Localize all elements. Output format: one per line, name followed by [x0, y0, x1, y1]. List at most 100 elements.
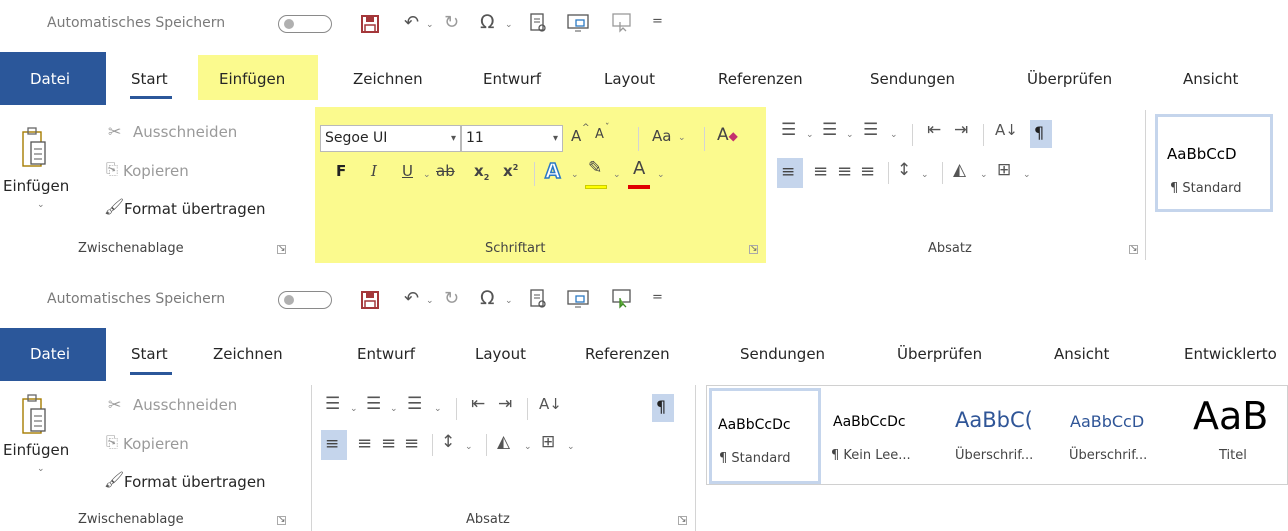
- align-left-button[interactable]: ≡: [777, 158, 803, 188]
- save-icon[interactable]: [360, 14, 380, 34]
- multilevel-list-icon[interactable]: ☰: [863, 120, 878, 140]
- symbol-omega-icon[interactable]: Ω: [480, 287, 495, 309]
- save-icon[interactable]: [360, 290, 380, 310]
- shrink-font-button[interactable]: A: [595, 127, 604, 142]
- sort-button[interactable]: A↓: [539, 395, 562, 413]
- undo-icon[interactable]: ↶: [404, 288, 419, 309]
- shading-dropdown-icon[interactable]: ⌄: [980, 170, 988, 180]
- line-spacing-icon[interactable]: ↕: [897, 160, 911, 180]
- paste-dropdown-icon[interactable]: ⌄: [37, 464, 45, 474]
- tab-referenzen[interactable]: Referenzen: [585, 345, 670, 363]
- format-painter-button[interactable]: Format übertragen: [124, 200, 266, 218]
- increase-indent-icon[interactable]: ⇥: [498, 394, 512, 414]
- paste-icon[interactable]: [22, 393, 46, 435]
- underline-button[interactable]: U: [402, 162, 413, 180]
- clipboard-launcher-icon[interactable]: ↘: [277, 516, 286, 525]
- autosave-toggle[interactable]: [278, 15, 332, 33]
- copy-button[interactable]: Kopieren: [123, 162, 189, 180]
- redo-icon[interactable]: ↻: [444, 288, 459, 309]
- format-painter-button[interactable]: Format übertragen: [124, 473, 266, 491]
- highlight-dropdown-icon[interactable]: ⌄: [613, 170, 621, 180]
- customize-qat-icon[interactable]: =: [652, 14, 663, 29]
- tab-zeichnen[interactable]: Zeichnen: [213, 345, 283, 363]
- font-size-combo[interactable]: 11 ▾: [461, 125, 563, 152]
- tab-ansicht[interactable]: Ansicht: [1054, 345, 1109, 363]
- tab-entwicklertools[interactable]: Entwicklerto: [1184, 345, 1277, 363]
- italic-button[interactable]: I: [371, 162, 377, 180]
- tab-datei[interactable]: Datei: [0, 328, 106, 381]
- borders-dropdown-icon[interactable]: ⌄: [567, 442, 575, 452]
- font-color-button[interactable]: A: [633, 158, 645, 179]
- paragraph-launcher-icon[interactable]: ↘: [678, 516, 687, 525]
- sort-button[interactable]: A↓: [995, 121, 1018, 139]
- font-name-combo[interactable]: Segoe UI ▾: [320, 125, 461, 152]
- line-spacing-dropdown-icon[interactable]: ⌄: [921, 170, 929, 180]
- numbering-dropdown-icon[interactable]: ⌄: [390, 404, 398, 414]
- subscript-button[interactable]: x2: [474, 162, 489, 182]
- bullets-icon[interactable]: ☰: [325, 394, 340, 414]
- undo-icon[interactable]: ↶: [404, 12, 419, 33]
- paste-icon[interactable]: [22, 126, 46, 168]
- superscript-button[interactable]: x2: [503, 162, 518, 180]
- borders-dropdown-icon[interactable]: ⌄: [1023, 170, 1031, 180]
- show-formatting-button[interactable]: ¶: [652, 394, 674, 422]
- screen-icon[interactable]: [567, 14, 589, 32]
- tab-ueberpruefen[interactable]: Überprüfen: [897, 345, 982, 363]
- line-spacing-dropdown-icon[interactable]: ⌄: [465, 442, 473, 452]
- change-case-button[interactable]: Aa: [652, 127, 671, 145]
- font-launcher-icon[interactable]: ↘: [749, 245, 758, 254]
- borders-icon[interactable]: ⊞: [997, 160, 1011, 180]
- symbol-dropdown-icon[interactable]: ⌄: [505, 296, 513, 306]
- numbering-dropdown-icon[interactable]: ⌄: [846, 130, 854, 140]
- font-color-dropdown-icon[interactable]: ⌄: [657, 170, 665, 180]
- bullets-dropdown-icon[interactable]: ⌄: [806, 130, 814, 140]
- redo-icon[interactable]: ↻: [444, 12, 459, 33]
- justify-icon[interactable]: ≡: [404, 433, 419, 454]
- paste-dropdown-icon[interactable]: ⌄: [37, 200, 45, 210]
- tab-zeichnen[interactable]: Zeichnen: [353, 70, 423, 88]
- paste-button[interactable]: Einfügen: [3, 177, 69, 195]
- style-standard[interactable]: AaBbCcDc ¶ Standard: [709, 388, 821, 484]
- style-standard[interactable]: AaBbCcD ¶ Standard: [1155, 114, 1273, 212]
- style-kein-leerraum[interactable]: AaBbCcDc ¶ Kein Lee...: [827, 388, 945, 484]
- symbol-omega-icon[interactable]: Ω: [480, 11, 495, 33]
- customize-qat-icon[interactable]: =: [652, 290, 663, 305]
- tab-ueberpruefen[interactable]: Überprüfen: [1027, 70, 1112, 88]
- undo-dropdown-icon[interactable]: ⌄: [426, 20, 434, 30]
- bold-button[interactable]: F: [336, 162, 346, 180]
- justify-icon[interactable]: ≡: [860, 161, 875, 182]
- bullets-icon[interactable]: ☰: [781, 120, 796, 140]
- shading-icon[interactable]: ◭: [497, 432, 510, 452]
- bullets-dropdown-icon[interactable]: ⌄: [350, 404, 358, 414]
- tab-einfuegen[interactable]: Einfügen: [198, 55, 318, 100]
- paste-button[interactable]: Einfügen: [3, 441, 69, 459]
- style-ueberschrift-1[interactable]: AaBbC( Überschrif...: [951, 388, 1061, 484]
- numbering-icon[interactable]: ☰: [822, 120, 837, 140]
- screen-icon[interactable]: [567, 290, 589, 308]
- tab-ansicht[interactable]: Ansicht: [1183, 70, 1238, 88]
- grow-font-button[interactable]: A: [571, 127, 581, 145]
- text-effects-dropdown-icon[interactable]: ⌄: [571, 170, 579, 180]
- symbol-dropdown-icon[interactable]: ⌄: [505, 20, 513, 30]
- case-dropdown-icon[interactable]: ⌄: [678, 133, 686, 143]
- decrease-indent-icon[interactable]: ⇤: [471, 394, 485, 414]
- print-preview-icon[interactable]: [529, 13, 547, 33]
- highlighter-icon[interactable]: ✎: [588, 158, 602, 178]
- tab-entwurf[interactable]: Entwurf: [357, 345, 415, 363]
- undo-dropdown-icon[interactable]: ⌄: [426, 296, 434, 306]
- multilevel-dropdown-icon[interactable]: ⌄: [434, 404, 442, 414]
- print-preview-icon[interactable]: [529, 289, 547, 309]
- line-spacing-icon[interactable]: ↕: [441, 432, 455, 452]
- tab-entwurf[interactable]: Entwurf: [483, 70, 541, 88]
- tab-datei[interactable]: Datei: [0, 52, 106, 105]
- text-effects-button[interactable]: A: [544, 158, 561, 184]
- shading-icon[interactable]: ◭: [953, 160, 966, 180]
- clipboard-launcher-icon[interactable]: ↘: [277, 245, 286, 254]
- cut-button[interactable]: Ausschneiden: [133, 396, 237, 414]
- autosave-toggle[interactable]: [278, 291, 332, 309]
- align-center-icon[interactable]: ≡: [357, 433, 372, 454]
- underline-dropdown-icon[interactable]: ⌄: [423, 170, 431, 180]
- style-ueberschrift-2[interactable]: AaBbCcD Überschrif...: [1065, 388, 1173, 484]
- copy-button[interactable]: Kopieren: [123, 435, 189, 453]
- multilevel-dropdown-icon[interactable]: ⌄: [890, 130, 898, 140]
